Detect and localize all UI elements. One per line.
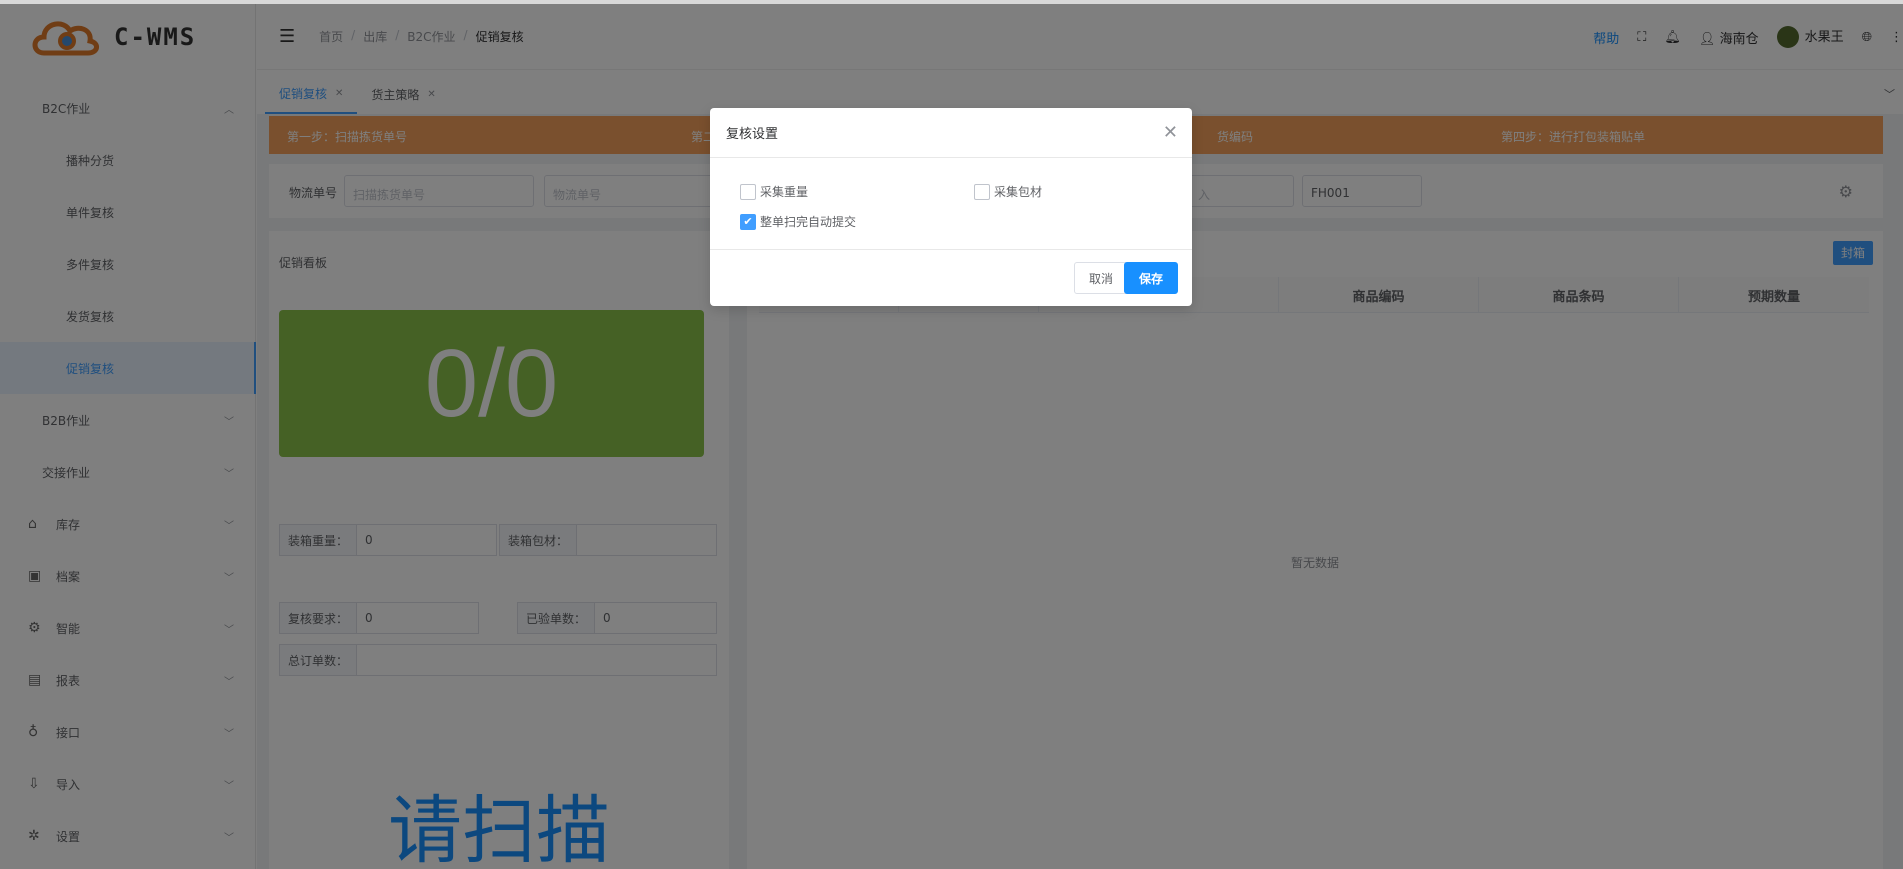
collect-weight-checkbox[interactable]: 采集重量 (740, 183, 808, 200)
close-icon[interactable]: ✕ (1163, 122, 1178, 143)
checkbox-label: 整单扫完自动提交 (760, 215, 857, 229)
collect-material-checkbox[interactable]: 采集包材 (974, 183, 1042, 200)
checkbox-box[interactable] (974, 183, 990, 200)
save-button[interactable]: 保存 (1123, 262, 1178, 294)
auto-submit-checkbox[interactable]: ✔ 整单扫完自动提交 (740, 213, 856, 230)
checkbox-box[interactable] (740, 183, 756, 200)
check-icon[interactable]: ✔ (740, 213, 756, 230)
cancel-button[interactable]: 取消 (1073, 262, 1128, 294)
checkbox-label: 采集包材 (994, 185, 1043, 199)
app-root: C-WMS B2C作业 ︿ 播种分货 单件复核 多件复核 发货复核 促销复核 B… (0, 0, 1903, 869)
dialog-footer: 取消 保存 (710, 249, 1192, 306)
checkbox-label: 采集重量 (760, 185, 809, 199)
dialog-title: 复核设置 (710, 108, 1192, 158)
review-settings-dialog: 复核设置 ✕ 采集重量 采集包材 ✔ 整单扫完自动提交 取消 保存 (710, 108, 1192, 306)
